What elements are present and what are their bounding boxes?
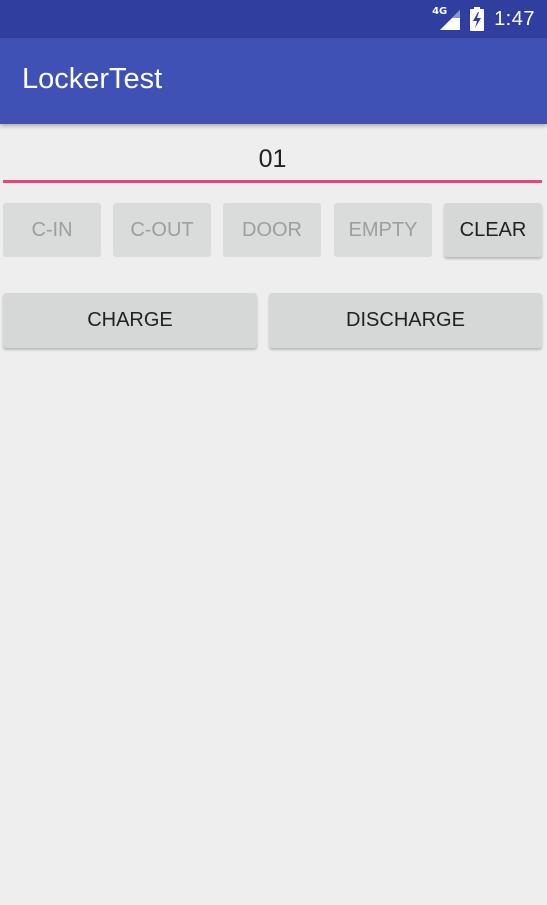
- app-title: LockerTest: [22, 63, 163, 95]
- signal-icon: 4G: [432, 6, 461, 31]
- locker-number-input[interactable]: [3, 137, 542, 181]
- locker-number-field[interactable]: [3, 137, 542, 183]
- battery-charging-icon: [470, 7, 485, 31]
- input-underline: [3, 180, 542, 183]
- c-in-button[interactable]: C-IN: [3, 203, 101, 257]
- charge-button[interactable]: CHARGE: [3, 293, 257, 348]
- c-out-button[interactable]: C-OUT: [113, 203, 211, 257]
- status-icons: 4G 1:47: [432, 0, 535, 38]
- app-bar: LockerTest: [0, 38, 547, 124]
- empty-button[interactable]: EMPTY: [334, 203, 432, 257]
- door-button[interactable]: DOOR: [223, 203, 321, 257]
- discharge-button[interactable]: DISCHARGE: [269, 293, 542, 348]
- clear-button[interactable]: CLEAR: [444, 203, 542, 257]
- status-bar: 4G 1:47: [0, 0, 547, 38]
- clock: 1:47: [494, 7, 535, 30]
